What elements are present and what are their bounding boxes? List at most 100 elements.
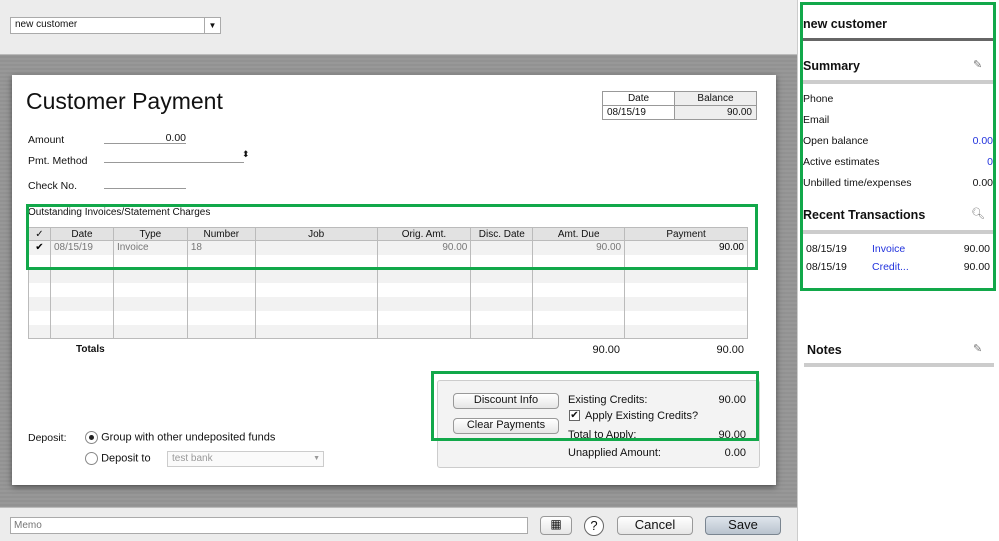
balance-header: Balance	[674, 91, 757, 106]
transaction-date: 08/15/19	[806, 243, 847, 255]
transaction-amount: 90.00	[963, 243, 990, 255]
row-type: Invoice	[112, 240, 188, 255]
payment-form: Customer Payment Date Balance 08/15/19 90.…	[12, 75, 776, 485]
memo-input[interactable]	[10, 517, 528, 534]
edit-pencil-icon[interactable]: ✎	[973, 342, 982, 355]
divider	[803, 230, 993, 234]
empty-row	[28, 310, 748, 325]
col-type[interactable]: Type	[112, 227, 188, 241]
row-number: 18	[186, 240, 256, 255]
page-title: Customer Payment	[26, 88, 223, 114]
col-check[interactable]: ✓	[28, 227, 51, 241]
credits-panel: Discount Info Clear Payments Existing Cr…	[437, 380, 760, 468]
recent-transactions-heading: Recent Transactions	[803, 208, 926, 222]
row-payment[interactable]: 90.00	[624, 240, 748, 255]
invoices-table: ✓ Date Type Number Job Orig. Amt. Disc. …	[28, 227, 748, 339]
calendar-button[interactable]: ▦	[540, 516, 572, 535]
transaction-row[interactable]: 08/15/19 Credit... 90.00	[806, 261, 990, 279]
totals-label: Totals	[76, 344, 105, 355]
radio-selected-icon	[85, 431, 98, 444]
apply-credits-checkbox[interactable]: ✔	[569, 410, 580, 421]
help-button[interactable]: ?	[584, 516, 604, 536]
search-icon[interactable]: 🔍︎	[971, 207, 985, 220]
date-field[interactable]: 08/15/19	[602, 105, 675, 120]
summary-row-email: Email	[803, 109, 993, 130]
calendar-icon: ▦	[550, 517, 562, 531]
edit-pencil-icon[interactable]: ✎	[973, 58, 982, 71]
field-label: Active estimates	[803, 155, 880, 168]
divider	[804, 363, 994, 367]
empty-row	[28, 296, 748, 311]
deposit-to-radio[interactable]: Deposit to	[85, 452, 151, 465]
updown-icon: ⬍	[242, 149, 250, 159]
notes-heading: Notes	[807, 343, 842, 357]
group-funds-radio[interactable]: Group with other undeposited funds	[85, 431, 275, 444]
unapplied-value: 0.00	[724, 447, 746, 459]
pmt-method-label: Pmt. Method	[28, 155, 88, 167]
check-no-field[interactable]	[104, 177, 186, 189]
empty-row	[28, 254, 748, 269]
col-orig[interactable]: Orig. Amt.	[376, 227, 472, 241]
row-date: 08/15/19	[49, 240, 114, 255]
field-value: 0.00	[972, 176, 993, 189]
field-label: Open balance	[803, 134, 869, 147]
amount-label: Amount	[28, 134, 65, 146]
deposit-to-label: Deposit to	[101, 452, 151, 465]
balance-value: 90.00	[674, 105, 757, 120]
chevron-down-icon: ▼	[204, 18, 220, 33]
transaction-amount: 90.00	[963, 261, 990, 273]
total-apply-label: Total to Apply:	[568, 429, 637, 441]
existing-credits-label: Existing Credits:	[568, 394, 648, 406]
empty-row	[28, 268, 748, 283]
apply-credits-label: Apply Existing Credits?	[585, 410, 699, 422]
transaction-link[interactable]: Invoice	[872, 243, 964, 261]
section-title: Outstanding Invoices/Statement Charges	[28, 207, 211, 218]
transaction-link[interactable]: Credit...	[872, 261, 964, 279]
cancel-button[interactable]: Cancel	[617, 516, 693, 535]
unapplied-label: Unapplied Amount:	[568, 447, 661, 459]
table-header: ✓ Date Type Number Job Orig. Amt. Disc. …	[28, 227, 748, 241]
active-estimates-link[interactable]: 0	[987, 156, 993, 168]
field-label: Unbilled time/expenses	[803, 176, 912, 189]
date-header: Date	[602, 91, 675, 106]
clear-payments-button[interactable]: Clear Payments	[453, 418, 559, 434]
col-number[interactable]: Number	[186, 227, 256, 241]
save-button[interactable]: Save	[705, 516, 781, 535]
col-payment[interactable]: Payment	[624, 227, 748, 241]
row-job	[254, 240, 378, 255]
deposit-account-select[interactable]: test bank ▼	[167, 451, 324, 467]
toolbar: new customer ▼	[0, 0, 797, 55]
customer-select[interactable]: new customer ▼	[10, 17, 221, 34]
field-label: Phone	[803, 92, 834, 105]
open-balance-link[interactable]: 0.00	[973, 135, 993, 147]
table-row[interactable]: ✔ 08/15/19 Invoice 18 90.00 90.00 90.00	[28, 240, 748, 255]
col-disc-date[interactable]: Disc. Date	[470, 227, 534, 241]
transaction-date: 08/15/19	[806, 261, 847, 273]
summary-list: Phone Email Open balance 0.00 Active esti…	[803, 88, 993, 193]
empty-row	[28, 324, 748, 339]
col-job[interactable]: Job	[254, 227, 378, 241]
row-checkmark[interactable]: ✔	[28, 240, 51, 255]
divider	[803, 80, 993, 84]
discount-info-button[interactable]: Discount Info	[453, 393, 559, 409]
row-disc-date	[470, 240, 534, 255]
amount-field[interactable]: 0.00	[104, 132, 186, 144]
radio-icon	[85, 452, 98, 465]
date-balance-box: Date Balance 08/15/19 90.00	[602, 91, 757, 120]
deposit-account-value: test bank	[172, 453, 213, 464]
summary-heading: Summary	[803, 59, 860, 73]
col-due[interactable]: Amt. Due	[532, 227, 626, 241]
bottom-bar: ▦ ? Cancel Save	[0, 507, 797, 541]
pmt-method-select[interactable]	[104, 151, 244, 163]
summary-row-phone: Phone	[803, 88, 993, 109]
transactions-list: 08/15/19 Invoice 90.00 08/15/19 Credit... 90…	[806, 243, 990, 279]
total-apply-value: 90.00	[718, 429, 746, 441]
summary-row-estimates: Active estimates 0	[803, 151, 993, 172]
existing-credits-value: 90.00	[718, 394, 746, 406]
transaction-row[interactable]: 08/15/19 Invoice 90.00	[806, 243, 990, 261]
customer-select-value: new customer	[15, 19, 78, 30]
row-due: 90.00	[532, 240, 626, 255]
col-date[interactable]: Date	[49, 227, 114, 241]
customer-name: new customer	[803, 17, 888, 31]
group-funds-label: Group with other undeposited funds	[101, 431, 276, 444]
